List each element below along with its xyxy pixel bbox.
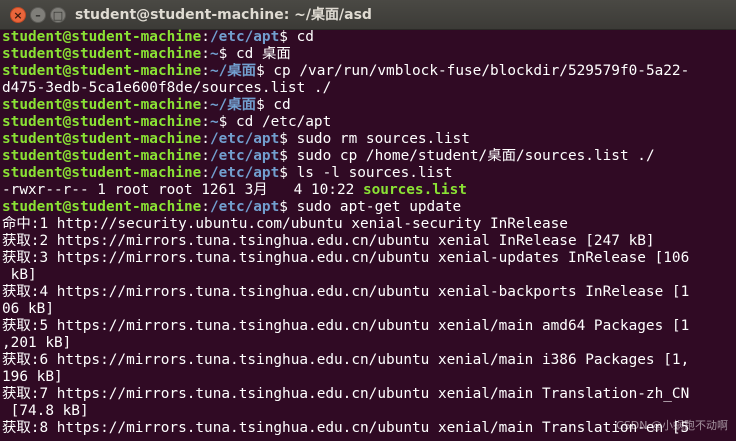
terminal-line: kB] — [2, 267, 734, 284]
output-text: 获取:3 https://mirrors.tuna.tsinghua.edu.c… — [2, 250, 690, 266]
prompt-path: ~ — [209, 114, 219, 130]
prompt-separator: : — [201, 114, 210, 130]
terminal-line: student@student-machine:~$ cd /etc/apt — [2, 114, 734, 131]
command-text: ls -l sources.list — [287, 165, 453, 181]
prompt-user-host: student@student-machine — [2, 148, 202, 164]
terminal-line: 命中:1 http://security.ubuntu.com/ubuntu x… — [2, 216, 734, 233]
prompt-symbol: $ — [279, 199, 288, 215]
command-text: cd /etc/apt — [227, 114, 332, 130]
output-text: [74.8 kB] — [2, 403, 89, 419]
command-text: sudo rm sources.list — [287, 131, 470, 147]
prompt-user-host: student@student-machine — [2, 46, 202, 62]
command-text: cd 桌面 — [227, 46, 291, 62]
prompt-path: ~/桌面 — [209, 97, 257, 113]
prompt-path: ~/桌面 — [209, 63, 257, 79]
terminal-line: student@student-machine:/etc/apt$ sudo a… — [2, 199, 734, 216]
prompt-user-host: student@student-machine — [2, 131, 202, 147]
prompt-user-host: student@student-machine — [2, 29, 202, 45]
prompt-path: /etc/apt — [209, 199, 280, 215]
output-text: 获取:6 https://mirrors.tuna.tsinghua.edu.c… — [2, 352, 690, 368]
terminal-output[interactable]: student@student-machine:/etc/apt$ cd stud… — [2, 29, 734, 437]
terminal-line: 获取:4 https://mirrors.tuna.tsinghua.edu.c… — [2, 284, 734, 301]
output-text: 获取:7 https://mirrors.tuna.tsinghua.edu.c… — [2, 386, 690, 402]
prompt-symbol: $ — [218, 114, 228, 130]
output-text: kB] — [2, 267, 37, 283]
prompt-separator: : — [201, 29, 210, 45]
file-name: sources.list — [362, 182, 467, 198]
close-icon: × — [13, 8, 23, 22]
terminal-line: student@student-machine:~$ cd 桌面 — [2, 46, 734, 63]
prompt-user-host: student@student-machine — [2, 97, 202, 113]
terminal-line: d475-3edb-5ca1e600f8de/sources.list ./ — [2, 80, 734, 97]
terminal-window: × – □ student@student-machine: ~/桌面/asd … — [0, 0, 736, 441]
prompt-path: ~ — [209, 46, 219, 62]
prompt-path: /etc/apt — [209, 131, 280, 147]
terminal-line: student@student-machine:~/桌面$ cp /var/ru… — [2, 63, 734, 80]
minimize-button[interactable]: – — [30, 7, 46, 23]
output-text: 获取:2 https://mirrors.tuna.tsinghua.edu.c… — [2, 233, 655, 249]
terminal-line: student@student-machine:/etc/apt$ sudo c… — [2, 148, 734, 165]
maximize-icon: □ — [52, 8, 64, 22]
terminal-line: ,201 kB] — [2, 335, 734, 352]
prompt-user-host: student@student-machine — [2, 199, 202, 215]
prompt-symbol: $ — [279, 131, 288, 147]
command-text: sudo apt-get update — [287, 199, 462, 215]
prompt-symbol: $ — [256, 63, 265, 79]
output-text: -rwxr--r-- 1 root root 1261 3月 4 10:22 — [2, 182, 363, 198]
terminal-line: 06 kB] — [2, 301, 734, 318]
prompt-path: /etc/apt — [209, 165, 280, 181]
command-text: cd — [264, 97, 291, 113]
prompt-separator: : — [201, 63, 210, 79]
prompt-user-host: student@student-machine — [2, 63, 202, 79]
terminal-line: 获取:7 https://mirrors.tuna.tsinghua.edu.c… — [2, 386, 734, 403]
close-button[interactable]: × — [10, 7, 26, 23]
window-title: student@student-machine: ~/桌面/asd — [75, 7, 372, 23]
terminal-line: 196 kB] — [2, 369, 734, 386]
prompt-symbol: $ — [279, 165, 288, 181]
terminal-line: student@student-machine:/etc/apt$ ls -l … — [2, 165, 734, 182]
prompt-separator: : — [201, 148, 210, 164]
prompt-user-host: student@student-machine — [2, 165, 202, 181]
prompt-separator: : — [201, 46, 210, 62]
prompt-path: /etc/apt — [209, 148, 280, 164]
terminal-line: 获取:6 https://mirrors.tuna.tsinghua.edu.c… — [2, 352, 734, 369]
terminal-line: 获取:3 https://mirrors.tuna.tsinghua.edu.c… — [2, 250, 734, 267]
terminal-line: student@student-machine:~/桌面$ cd — [2, 97, 734, 114]
terminal-line: 获取:5 https://mirrors.tuna.tsinghua.edu.c… — [2, 318, 734, 335]
output-text: 命中:1 http://security.ubuntu.com/ubuntu x… — [2, 216, 568, 232]
command-text: cd — [287, 29, 314, 45]
prompt-separator: : — [201, 131, 210, 147]
command-text: sudo cp /home/student/桌面/sources.list ./ — [287, 148, 655, 164]
prompt-symbol: $ — [256, 97, 265, 113]
output-text: 获取:5 https://mirrors.tuna.tsinghua.edu.c… — [2, 318, 690, 334]
minimize-icon: – — [35, 8, 41, 22]
terminal-line: 获取:2 https://mirrors.tuna.tsinghua.edu.c… — [2, 233, 734, 250]
prompt-symbol: $ — [279, 148, 288, 164]
terminal-line: -rwxr--r-- 1 root root 1261 3月 4 10:22 s… — [2, 182, 734, 199]
maximize-button[interactable]: □ — [50, 7, 66, 23]
prompt-path: /etc/apt — [209, 29, 280, 45]
prompt-separator: : — [201, 165, 210, 181]
output-text: 获取:8 https://mirrors.tuna.tsinghua.edu.c… — [2, 420, 690, 436]
output-text: 06 kB] — [2, 301, 54, 317]
watermark: CSDN @小蜗跑不动啊 — [616, 419, 728, 432]
prompt-symbol: $ — [218, 46, 228, 62]
output-text: 获取:4 https://mirrors.tuna.tsinghua.edu.c… — [2, 284, 690, 300]
output-text: d475-3edb-5ca1e600f8de/sources.list ./ — [2, 80, 332, 96]
command-text: cp /var/run/vmblock-fuse/blockdir/529579… — [264, 63, 690, 79]
prompt-separator: : — [201, 97, 210, 113]
prompt-symbol: $ — [279, 29, 288, 45]
terminal-line: student@student-machine:/etc/apt$ cd — [2, 29, 734, 46]
output-text: 196 kB] — [2, 369, 63, 385]
terminal-line: student@student-machine:/etc/apt$ sudo r… — [2, 131, 734, 148]
prompt-separator: : — [201, 199, 210, 215]
output-text: ,201 kB] — [2, 335, 72, 351]
title-bar[interactable]: × – □ student@student-machine: ~/桌面/asd — [0, 0, 736, 30]
prompt-user-host: student@student-machine — [2, 114, 202, 130]
